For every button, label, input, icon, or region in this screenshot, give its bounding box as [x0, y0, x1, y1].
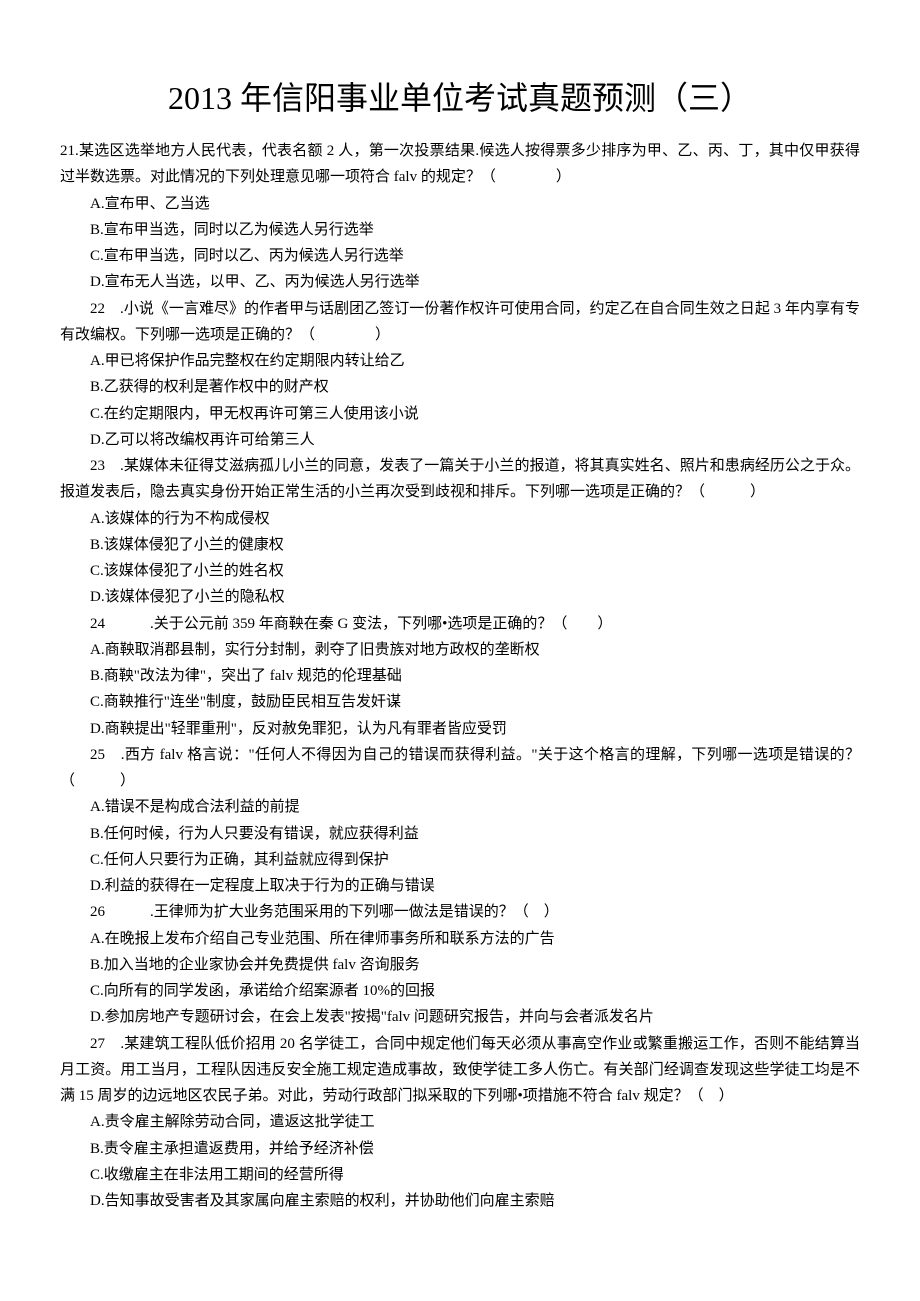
question-option: B.加入当地的企业家协会并免费提供 falv 咨询服务 [60, 952, 860, 978]
question-option: A.该媒体的行为不构成侵权 [60, 506, 860, 532]
question-option: C.宣布甲当选，同时以乙、丙为候选人另行选举 [60, 243, 860, 269]
question-option: C.向所有的同学发函，承诺给介绍案源者 10%的回报 [60, 978, 860, 1004]
question-stem: 27 .某建筑工程队低价招用 20 名学徒工，合同中规定他们每天必须从事高空作业… [60, 1031, 860, 1110]
question-option: B.宣布甲当选，同时以乙为候选人另行选举 [60, 217, 860, 243]
question-option: B.商鞅"改法为律"，突出了 falv 规范的伦理基础 [60, 663, 860, 689]
question-option: A.商鞅取消郡县制，实行分封制，剥夺了旧贵族对地方政权的垄断权 [60, 637, 860, 663]
question-option: D.利益的获得在一定程度上取决于行为的正确与错误 [60, 873, 860, 899]
question-stem: 25 .西方 falv 格言说："任何人不得因为自己的错误而获得利益。"关于这个… [60, 742, 860, 795]
question-option: A.在晚报上发布介绍自己专业范围、所在律师事务所和联系方法的广告 [60, 926, 860, 952]
question-option: A.宣布甲、乙当选 [60, 191, 860, 217]
question-stem: 24 .关于公元前 359 年商鞅在秦 G 变法，下列哪•选项是正确的？（ ） [60, 611, 860, 637]
question-stem: 26 .王律师为扩大业务范围采用的下列哪一做法是错误的？（ ） [60, 899, 860, 925]
question-option: C.收缴雇主在非法用工期间的经营所得 [60, 1162, 860, 1188]
question-option: D.商鞅提出"轻罪重刑"，反对赦免罪犯，认为凡有罪者皆应受罚 [60, 716, 860, 742]
question-option: D.宣布无人当选，以甲、乙、丙为候选人另行选举 [60, 269, 860, 295]
exam-body: 21.某选区选举地方人民代表，代表名额 2 人，第一次投票结果.候选人按得票多少… [60, 138, 860, 1214]
question-option: C.任何人只要行为正确，其利益就应得到保护 [60, 847, 860, 873]
question-stem: 23 .某媒体未征得艾滋病孤儿小兰的同意，发表了一篇关于小兰的报道，将其真实姓名… [60, 453, 860, 506]
question-option: D.告知事故受害者及其家属向雇主索赔的权利，并协助他们向雇主索赔 [60, 1188, 860, 1214]
question-option: D.乙可以将改编权再许可给第三人 [60, 427, 860, 453]
question-option: D.参加房地产专题研讨会，在会上发表"按揭"falv 问题研究报告，并向与会者派… [60, 1004, 860, 1030]
question-option: B.乙获得的权利是著作权中的财产权 [60, 374, 860, 400]
question-option: A.甲已将保护作品完整权在约定期限内转让给乙 [60, 348, 860, 374]
question-stem: 22 .小说《一言难尽》的作者甲与话剧团乙签订一份著作权许可使用合同，约定乙在自… [60, 296, 860, 349]
question-option: C.商鞅推行"连坐"制度，鼓励臣民相互告发奸谋 [60, 689, 860, 715]
question-option: B.责令雇主承担遣返费用，并给予经济补偿 [60, 1136, 860, 1162]
page-title: 2013 年信阳事业单位考试真题预测（三） [60, 70, 860, 126]
question-option: A.责令雇主解除劳动合同，遣返这批学徒工 [60, 1109, 860, 1135]
question-option: C.在约定期限内，甲无权再许可第三人使用该小说 [60, 401, 860, 427]
question-option: C.该媒体侵犯了小兰的姓名权 [60, 558, 860, 584]
question-stem: 21.某选区选举地方人民代表，代表名额 2 人，第一次投票结果.候选人按得票多少… [60, 138, 860, 191]
question-option: D.该媒体侵犯了小兰的隐私权 [60, 584, 860, 610]
question-option: B.任何时候，行为人只要没有错误，就应获得利益 [60, 821, 860, 847]
question-option: B.该媒体侵犯了小兰的健康权 [60, 532, 860, 558]
question-option: A.错误不是构成合法利益的前提 [60, 794, 860, 820]
